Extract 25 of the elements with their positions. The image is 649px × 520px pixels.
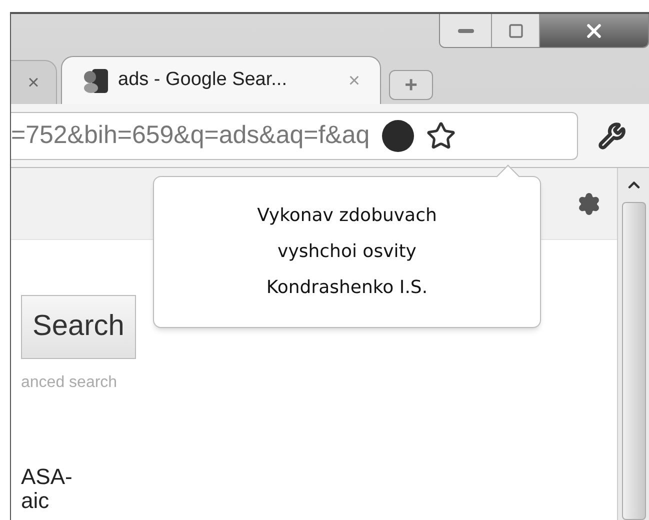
bookmark-star-icon[interactable] xyxy=(426,120,456,150)
favicon-icon xyxy=(82,66,110,94)
tooltip-text: Kondrashenko I.S. xyxy=(266,276,428,300)
result-text: aic xyxy=(21,489,50,513)
tab[interactable]: ads - Google Sear... × xyxy=(61,56,381,104)
new-tab-button[interactable]: + xyxy=(389,70,433,100)
tab[interactable]: × xyxy=(11,60,57,104)
minimize-button[interactable] xyxy=(440,14,492,47)
maximize-icon xyxy=(508,22,524,38)
result-text: ASA- xyxy=(21,465,74,489)
scrollbar-thumb[interactable] xyxy=(622,202,646,520)
address-bar[interactable]: =752&bih=659&q=ads&aq=f&aq xyxy=(11,112,578,160)
settings-icon[interactable] xyxy=(577,192,601,216)
tooltip-text: Vykonav zdobuvach xyxy=(257,204,437,228)
maximize-button[interactable] xyxy=(492,14,540,47)
wrench-icon[interactable] xyxy=(598,122,626,150)
tab-close[interactable]: × xyxy=(28,68,40,98)
tab-title: ads - Google Sear... xyxy=(118,68,287,92)
scrollbar[interactable] xyxy=(617,168,649,520)
minimize-icon xyxy=(458,28,474,32)
tab-close[interactable]: × xyxy=(348,66,360,96)
advanced-search-link[interactable]: anced search xyxy=(21,371,617,395)
tooltip-text: vyshchoi osvity xyxy=(278,240,416,264)
close-button[interactable] xyxy=(540,14,648,47)
search-button[interactable]: Search xyxy=(21,295,136,359)
